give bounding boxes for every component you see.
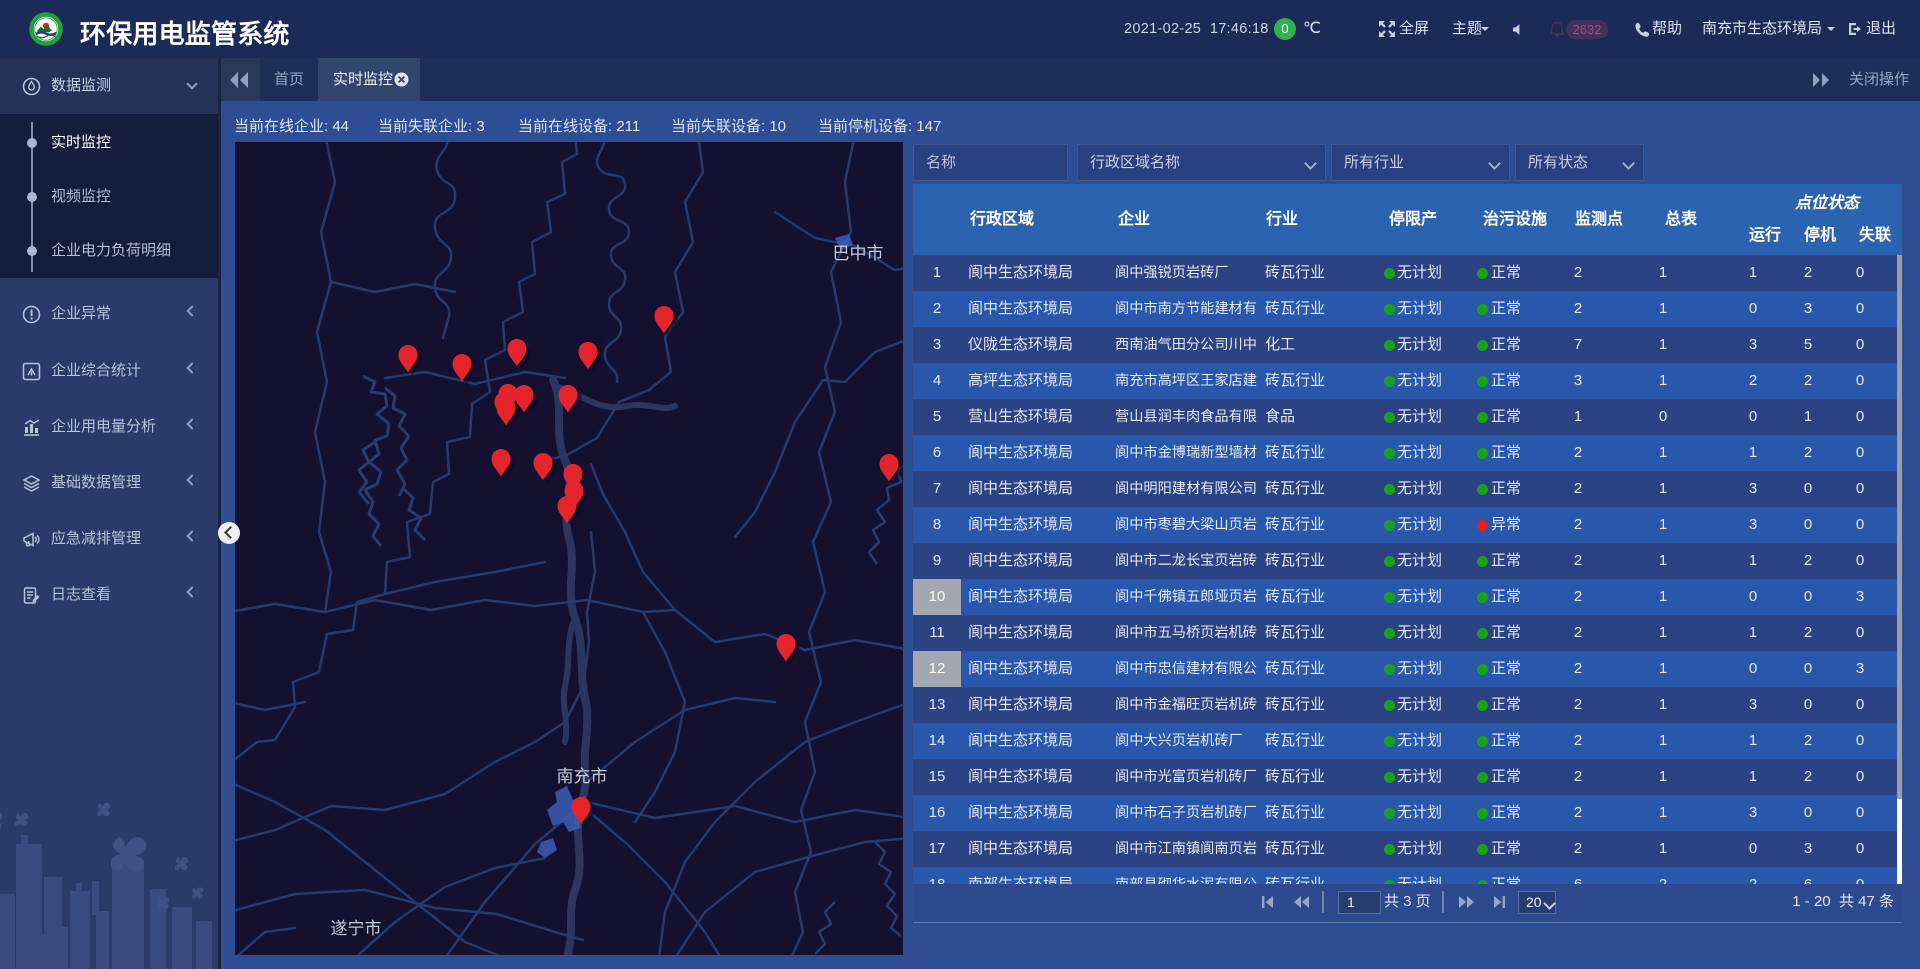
svg-text:南充市: 南充市 — [557, 767, 608, 786]
svg-text:巴中市: 巴中市 — [833, 244, 884, 263]
svg-text:遂宁市: 遂宁市 — [331, 919, 382, 938]
